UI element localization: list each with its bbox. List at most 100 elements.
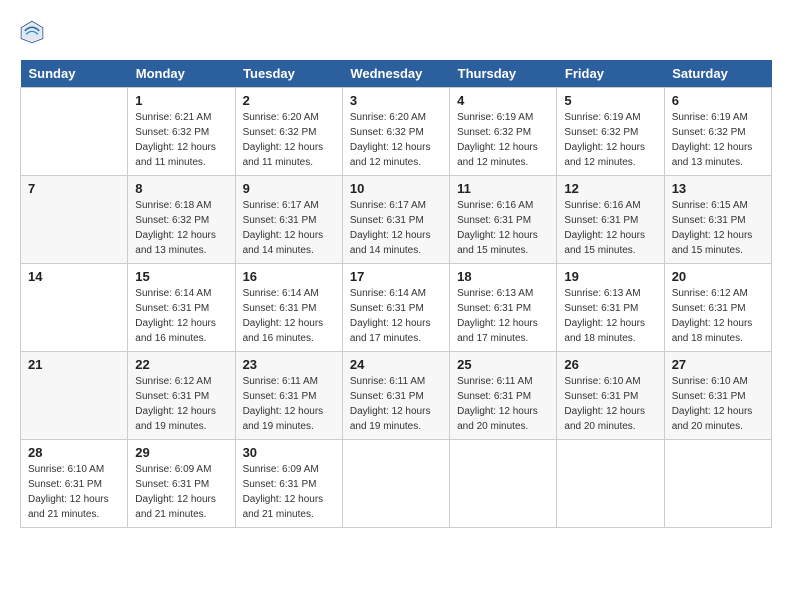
calendar-cell: 3 Sunrise: 6:20 AM Sunset: 6:32 PM Daylig… xyxy=(342,88,449,176)
calendar-cell: 29Sunrise: 6:09 AM Sunset: 6:31 PM Dayli… xyxy=(128,440,235,528)
col-header-monday: Monday xyxy=(128,60,235,88)
calendar-cell: 15 Sunrise: 6:14 AM Sunset: 6:31 PM Dayli… xyxy=(128,264,235,352)
calendar-cell: 12 Sunrise: 6:16 AM Sunset: 6:31 PM Dayli… xyxy=(557,176,664,264)
day-number: 17 xyxy=(350,269,442,284)
page-header xyxy=(20,20,772,44)
calendar-cell: 24Sunrise: 6:11 AM Sunset: 6:31 PM Dayli… xyxy=(342,352,449,440)
day-number: 18 xyxy=(457,269,549,284)
day-info: Sunrise: 6:14 AM Sunset: 6:31 PM Dayligh… xyxy=(243,286,335,346)
calendar-cell: 25 Sunrise: 6:11 AM Sunset: 6:31 PM Dayli… xyxy=(450,352,557,440)
day-info: Sunrise: 6:09 AM Sunset: 6:31 PM Dayligh… xyxy=(135,462,227,522)
day-info: Sunrise: 6:13 AM Sunset: 6:31 PM Dayligh… xyxy=(564,286,656,346)
calendar-table: SundayMondayTuesdayWednesdayThursdayFrid… xyxy=(20,60,772,528)
day-info: Sunrise: 6:09 AM Sunset: 6:31 PM Dayligh… xyxy=(243,462,335,522)
calendar-header: SundayMondayTuesdayWednesdayThursdayFrid… xyxy=(21,60,772,88)
calendar-cell: 13 Sunrise: 6:15 AM Sunset: 6:31 PM Dayli… xyxy=(664,176,771,264)
day-number: 24 xyxy=(350,357,442,372)
day-number: 12 xyxy=(564,181,656,196)
col-header-saturday: Saturday xyxy=(664,60,771,88)
calendar-cell: 27 Sunrise: 6:10 AM Sunset: 6:31 PM Dayli… xyxy=(664,352,771,440)
day-info: Sunrise: 6:10 AM Sunset: 6:31 PM Dayligh… xyxy=(672,374,764,434)
col-header-wednesday: Wednesday xyxy=(342,60,449,88)
calendar-week-4: 28 Sunrise: 6:10 AM Sunset: 6:31 PM Dayli… xyxy=(21,440,772,528)
calendar-cell: 8Sunrise: 6:18 AM Sunset: 6:32 PM Daylig… xyxy=(128,176,235,264)
col-header-friday: Friday xyxy=(557,60,664,88)
day-info: Sunrise: 6:19 AM Sunset: 6:32 PM Dayligh… xyxy=(672,110,764,170)
calendar-cell: 19 Sunrise: 6:13 AM Sunset: 6:31 PM Dayli… xyxy=(557,264,664,352)
day-number: 1 xyxy=(135,93,227,108)
day-number: 13 xyxy=(672,181,764,196)
calendar-cell: 1 Sunrise: 6:21 AM Sunset: 6:32 PM Daylig… xyxy=(128,88,235,176)
calendar-cell: 17 Sunrise: 6:14 AM Sunset: 6:31 PM Dayli… xyxy=(342,264,449,352)
day-info: Sunrise: 6:20 AM Sunset: 6:32 PM Dayligh… xyxy=(243,110,335,170)
calendar-cell: 22Sunrise: 6:12 AM Sunset: 6:31 PM Dayli… xyxy=(128,352,235,440)
day-info: Sunrise: 6:21 AM Sunset: 6:32 PM Dayligh… xyxy=(135,110,227,170)
calendar-cell: 6 Sunrise: 6:19 AM Sunset: 6:32 PM Daylig… xyxy=(664,88,771,176)
calendar-cell: 20 Sunrise: 6:12 AM Sunset: 6:31 PM Dayli… xyxy=(664,264,771,352)
calendar-cell: 14 xyxy=(21,264,128,352)
day-info: Sunrise: 6:16 AM Sunset: 6:31 PM Dayligh… xyxy=(564,198,656,258)
day-number: 8 xyxy=(135,181,227,196)
day-number: 21 xyxy=(28,357,120,372)
day-info: Sunrise: 6:15 AM Sunset: 6:31 PM Dayligh… xyxy=(672,198,764,258)
day-number: 26 xyxy=(564,357,656,372)
calendar-cell xyxy=(21,88,128,176)
calendar-cell xyxy=(450,440,557,528)
day-info: Sunrise: 6:10 AM Sunset: 6:31 PM Dayligh… xyxy=(28,462,120,522)
day-info: Sunrise: 6:14 AM Sunset: 6:31 PM Dayligh… xyxy=(350,286,442,346)
day-number: 6 xyxy=(672,93,764,108)
day-number: 10 xyxy=(350,181,442,196)
day-number: 19 xyxy=(564,269,656,284)
day-info: Sunrise: 6:17 AM Sunset: 6:31 PM Dayligh… xyxy=(350,198,442,258)
logo xyxy=(20,20,48,44)
day-info: Sunrise: 6:12 AM Sunset: 6:31 PM Dayligh… xyxy=(135,374,227,434)
day-number: 23 xyxy=(243,357,335,372)
col-header-sunday: Sunday xyxy=(21,60,128,88)
calendar-cell: 10 Sunrise: 6:17 AM Sunset: 6:31 PM Dayli… xyxy=(342,176,449,264)
calendar-cell: 7 xyxy=(21,176,128,264)
calendar-body: 1 Sunrise: 6:21 AM Sunset: 6:32 PM Daylig… xyxy=(21,88,772,528)
day-info: Sunrise: 6:19 AM Sunset: 6:32 PM Dayligh… xyxy=(457,110,549,170)
calendar-cell: 30Sunrise: 6:09 AM Sunset: 6:31 PM Dayli… xyxy=(235,440,342,528)
calendar-week-3: 21 22Sunrise: 6:12 AM Sunset: 6:31 PM Day… xyxy=(21,352,772,440)
calendar-cell: 16 Sunrise: 6:14 AM Sunset: 6:31 PM Dayli… xyxy=(235,264,342,352)
day-number: 15 xyxy=(135,269,227,284)
col-header-thursday: Thursday xyxy=(450,60,557,88)
day-info: Sunrise: 6:10 AM Sunset: 6:31 PM Dayligh… xyxy=(564,374,656,434)
calendar-cell xyxy=(664,440,771,528)
day-number: 16 xyxy=(243,269,335,284)
day-number: 3 xyxy=(350,93,442,108)
day-number: 2 xyxy=(243,93,335,108)
calendar-cell: 18 Sunrise: 6:13 AM Sunset: 6:31 PM Dayli… xyxy=(450,264,557,352)
calendar-cell: 28 Sunrise: 6:10 AM Sunset: 6:31 PM Dayli… xyxy=(21,440,128,528)
day-info: Sunrise: 6:11 AM Sunset: 6:31 PM Dayligh… xyxy=(243,374,335,434)
day-info: Sunrise: 6:12 AM Sunset: 6:31 PM Dayligh… xyxy=(672,286,764,346)
day-info: Sunrise: 6:14 AM Sunset: 6:31 PM Dayligh… xyxy=(135,286,227,346)
day-number: 20 xyxy=(672,269,764,284)
calendar-week-2: 14 15 Sunrise: 6:14 AM Sunset: 6:31 PM Day… xyxy=(21,264,772,352)
day-number: 4 xyxy=(457,93,549,108)
day-number: 9 xyxy=(243,181,335,196)
day-info: Sunrise: 6:19 AM Sunset: 6:32 PM Dayligh… xyxy=(564,110,656,170)
calendar-cell: 11 Sunrise: 6:16 AM Sunset: 6:31 PM Dayli… xyxy=(450,176,557,264)
day-number: 11 xyxy=(457,181,549,196)
day-info: Sunrise: 6:17 AM Sunset: 6:31 PM Dayligh… xyxy=(243,198,335,258)
day-info: Sunrise: 6:16 AM Sunset: 6:31 PM Dayligh… xyxy=(457,198,549,258)
day-info: Sunrise: 6:13 AM Sunset: 6:31 PM Dayligh… xyxy=(457,286,549,346)
calendar-cell: 23 Sunrise: 6:11 AM Sunset: 6:31 PM Dayli… xyxy=(235,352,342,440)
day-number: 25 xyxy=(457,357,549,372)
calendar-cell: 21 xyxy=(21,352,128,440)
day-number: 27 xyxy=(672,357,764,372)
calendar-cell: 5 Sunrise: 6:19 AM Sunset: 6:32 PM Daylig… xyxy=(557,88,664,176)
day-info: Sunrise: 6:11 AM Sunset: 6:31 PM Dayligh… xyxy=(457,374,549,434)
calendar-week-0: 1 Sunrise: 6:21 AM Sunset: 6:32 PM Daylig… xyxy=(21,88,772,176)
day-info: Sunrise: 6:20 AM Sunset: 6:32 PM Dayligh… xyxy=(350,110,442,170)
calendar-cell: 2 Sunrise: 6:20 AM Sunset: 6:32 PM Daylig… xyxy=(235,88,342,176)
logo-icon xyxy=(20,20,44,44)
calendar-cell xyxy=(557,440,664,528)
day-number: 5 xyxy=(564,93,656,108)
calendar-week-1: 78Sunrise: 6:18 AM Sunset: 6:32 PM Dayli… xyxy=(21,176,772,264)
day-number: 28 xyxy=(28,445,120,460)
calendar-cell: 9 Sunrise: 6:17 AM Sunset: 6:31 PM Daylig… xyxy=(235,176,342,264)
calendar-cell: 4 Sunrise: 6:19 AM Sunset: 6:32 PM Daylig… xyxy=(450,88,557,176)
